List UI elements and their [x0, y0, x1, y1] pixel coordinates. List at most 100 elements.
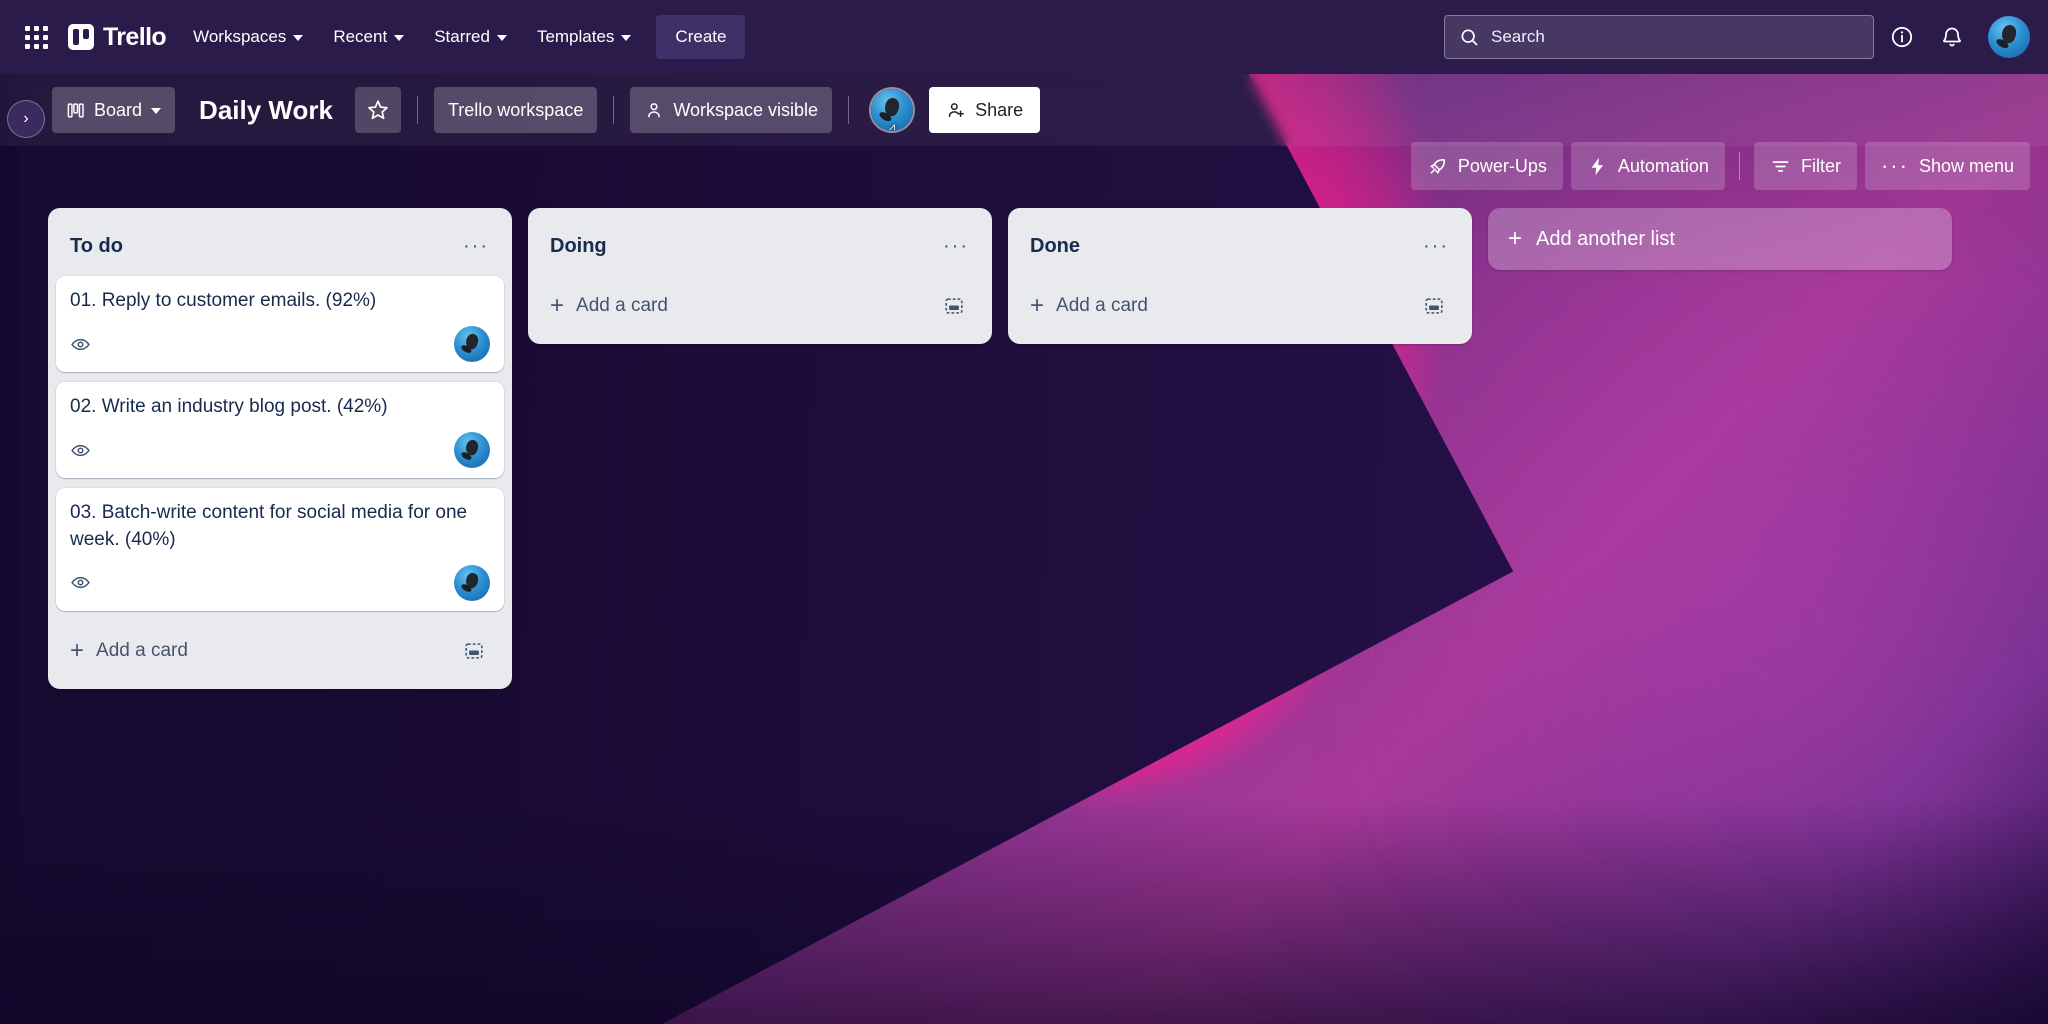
- nav-recent-menu[interactable]: Recent: [320, 15, 417, 59]
- filter-icon: [1772, 160, 1789, 172]
- list-doing: Doing ··· + Add a card: [528, 208, 992, 344]
- add-card-button[interactable]: + Add a card: [536, 276, 984, 336]
- notifications-button[interactable]: [1930, 15, 1974, 59]
- list-header: Done ···: [1016, 216, 1464, 276]
- list-to-do: To do ··· 01. Reply to customer emails. …: [48, 208, 512, 689]
- create-button[interactable]: Create: [656, 15, 746, 59]
- list-actions-button[interactable]: ···: [1418, 228, 1454, 264]
- header-divider: [848, 96, 850, 124]
- automation-label: Automation: [1617, 155, 1709, 176]
- card-member-avatar[interactable]: [454, 432, 490, 469]
- eye-icon: [71, 444, 90, 457]
- apps-switcher-button[interactable]: [14, 15, 58, 59]
- board-toolbar: Power-Ups Automation Filter ··· Show men…: [1410, 142, 2030, 190]
- list-actions-button[interactable]: ···: [458, 228, 494, 264]
- add-person-icon: [948, 103, 964, 117]
- power-ups-button[interactable]: Power-Ups: [1410, 142, 1563, 190]
- search-input[interactable]: Search: [1444, 15, 1874, 59]
- board-member-avatar[interactable]: ⩘: [871, 89, 914, 132]
- bell-icon: [1943, 27, 1961, 47]
- card[interactable]: 03. Batch-write content for social media…: [56, 488, 504, 611]
- show-menu-label: Show menu: [1918, 155, 2014, 176]
- star-icon: [368, 100, 388, 120]
- card-title: 02. Write an industry blog post. (42%): [70, 396, 388, 418]
- card-template-icon: [1425, 298, 1443, 314]
- add-card-label: Add a card: [576, 295, 668, 316]
- card-template-icon: [945, 298, 963, 314]
- nav-workspaces-label: Workspaces: [193, 27, 287, 46]
- filter-button[interactable]: Filter: [1753, 142, 1857, 190]
- list-title[interactable]: Doing: [550, 235, 938, 258]
- nav-workspaces-menu[interactable]: Workspaces: [180, 15, 316, 59]
- trello-home-link[interactable]: Trello: [62, 15, 176, 59]
- list-actions-button[interactable]: ···: [938, 228, 974, 264]
- list-header: Doing ···: [536, 216, 984, 276]
- watch-badge: [70, 572, 91, 593]
- automation-button[interactable]: Automation: [1570, 142, 1725, 190]
- lightning-bolt-icon: [1591, 157, 1603, 175]
- trello-logo-text: Trello: [103, 22, 167, 51]
- account-avatar[interactable]: [1988, 16, 2030, 58]
- workspace-label: Trello workspace: [447, 99, 584, 120]
- chevron-right-icon: ›: [23, 110, 29, 127]
- top-nav-right-group: Search: [1444, 15, 2030, 59]
- card-template-button[interactable]: [936, 288, 972, 324]
- chevron-down-icon: [621, 35, 632, 41]
- card[interactable]: 01. Reply to customer emails. (92%): [56, 276, 504, 373]
- eye-icon: [71, 338, 90, 350]
- card-template-icon: [465, 643, 483, 659]
- visibility-label: Workspace visible: [673, 99, 819, 120]
- add-card-button[interactable]: + Add a card: [1016, 276, 1464, 336]
- ellipsis-icon: ···: [1880, 153, 1909, 179]
- card-badges: [70, 326, 490, 363]
- create-button-label: Create: [675, 27, 727, 46]
- plus-icon: +: [1030, 292, 1045, 319]
- info-button[interactable]: [1880, 15, 1924, 59]
- list-done: Done ··· + Add a card: [1008, 208, 1472, 344]
- board-header-bar: Board Daily Work Trello workspace Worksp…: [0, 74, 2048, 146]
- nav-starred-label: Starred: [434, 27, 490, 46]
- sidebar-expand-button[interactable]: ›: [7, 100, 45, 138]
- share-button[interactable]: Share: [929, 87, 1041, 133]
- rocket-icon: [1430, 158, 1445, 174]
- chevron-down-icon: [151, 108, 162, 114]
- chevron-down-icon: [394, 35, 405, 41]
- plus-icon: +: [550, 292, 565, 319]
- board-title[interactable]: Daily Work: [185, 95, 345, 126]
- eye-icon: [71, 577, 90, 589]
- board-view-label: Board: [94, 99, 143, 120]
- card-badges: [70, 432, 490, 469]
- board-view-switcher[interactable]: Board: [52, 87, 176, 133]
- card[interactable]: 02. Write an industry blog post. (42%): [56, 382, 504, 479]
- sidebar-rail: [0, 74, 18, 1024]
- visibility-button[interactable]: Workspace visible: [630, 87, 833, 133]
- member-badge: ⩘: [888, 121, 896, 132]
- filter-label: Filter: [1800, 155, 1841, 176]
- card-member-avatar[interactable]: [454, 326, 490, 363]
- watch-badge: [70, 440, 91, 461]
- chevron-down-icon: [293, 35, 304, 41]
- workspace-button[interactable]: Trello workspace: [433, 87, 598, 133]
- card-member-avatar[interactable]: [454, 564, 490, 601]
- add-another-list-button[interactable]: + Add another list: [1488, 208, 1952, 270]
- add-card-button[interactable]: + Add a card: [56, 621, 504, 681]
- star-board-button[interactable]: [354, 87, 401, 133]
- nav-starred-menu[interactable]: Starred: [421, 15, 520, 59]
- board-lists-container: To do ··· 01. Reply to customer emails. …: [48, 208, 1952, 689]
- watch-badge: [70, 334, 91, 355]
- top-navigation-bar: Trello Workspaces Recent Starred Templat…: [0, 0, 2048, 74]
- card-template-button[interactable]: [1416, 288, 1452, 324]
- plus-icon: +: [1508, 225, 1523, 252]
- nav-templates-menu[interactable]: Templates: [524, 15, 644, 59]
- show-menu-button[interactable]: ··· Show menu: [1864, 142, 2030, 190]
- list-title[interactable]: Done: [1030, 235, 1418, 258]
- board-icon: [67, 102, 84, 118]
- card-badges: [70, 564, 490, 601]
- trello-logo-icon: [68, 24, 94, 50]
- members-icon: [648, 103, 661, 118]
- card-template-button[interactable]: [456, 633, 492, 669]
- list-title[interactable]: To do: [70, 235, 458, 258]
- header-divider: [613, 96, 615, 124]
- add-another-list-label: Add another list: [1536, 227, 1675, 250]
- add-card-label: Add a card: [96, 639, 188, 661]
